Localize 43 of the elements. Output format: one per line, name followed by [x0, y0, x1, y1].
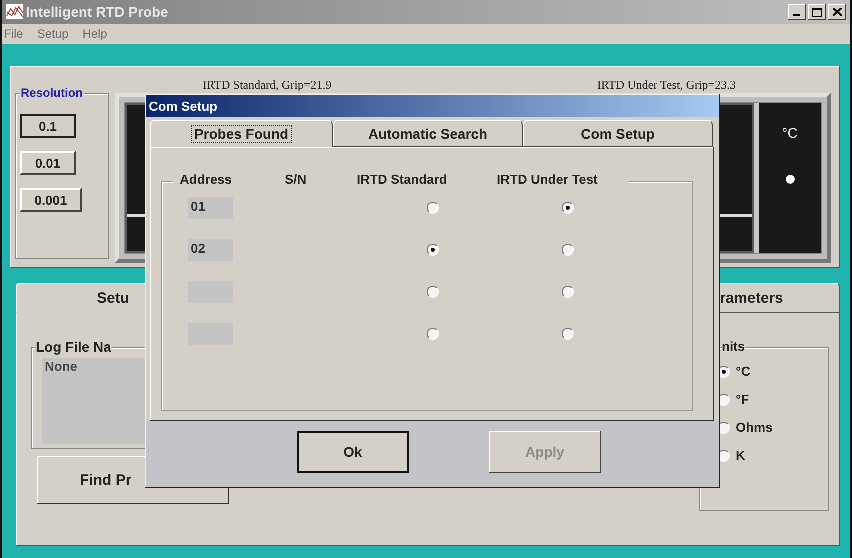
minimize-button[interactable] — [788, 4, 806, 20]
resolution-button[interactable]: 0.1 — [20, 114, 76, 138]
radio-button[interactable] — [562, 244, 574, 256]
radio-label: °F — [736, 392, 750, 407]
radio-label: Ohms — [736, 420, 773, 435]
address-cell: 02 — [188, 239, 233, 261]
radio-button[interactable] — [427, 202, 439, 214]
ok-button[interactable]: Ok — [297, 431, 409, 473]
radio-label: °C — [736, 364, 751, 379]
unit-label: °C — [782, 125, 798, 141]
column-header: IRTD Standard — [357, 172, 448, 187]
address-cell: 01 — [188, 197, 233, 219]
radio-button[interactable] — [427, 286, 439, 298]
tab[interactable]: Automatic Search — [333, 120, 523, 147]
radio-button[interactable] — [427, 244, 439, 256]
radio-button[interactable] — [562, 328, 574, 340]
dialog-title: Com Setup — [146, 95, 719, 117]
resolution-button[interactable]: 0.01 — [20, 151, 76, 175]
dot-icon — [786, 175, 794, 184]
column-header: Address — [179, 172, 234, 187]
display-caption: IRTD Under Test, Grip=23.3 — [597, 78, 736, 93]
close-icon — [832, 8, 842, 16]
group-title: Log File Na — [35, 339, 112, 355]
radio-button[interactable] — [562, 286, 574, 298]
column-header: IRTD Under Test — [497, 172, 599, 187]
tab[interactable]: Com Setup — [523, 120, 713, 147]
close-button[interactable] — [828, 4, 846, 20]
maximize-button[interactable] — [808, 4, 826, 20]
menu-item[interactable]: Setup — [37, 27, 69, 41]
maximize-icon — [812, 8, 822, 16]
menu-item[interactable]: Help — [82, 27, 108, 41]
radio-label: K — [736, 448, 746, 463]
window-title: Intelligent RTD Probe — [26, 4, 170, 20]
display-caption: IRTD Standard, Grip=21.9 — [203, 78, 332, 93]
tab[interactable]: Probes Found — [150, 120, 333, 148]
menu-item[interactable]: File — [4, 27, 24, 41]
radio-button[interactable] — [427, 328, 439, 340]
column-header: S/N — [285, 172, 308, 187]
radio-button[interactable] — [562, 202, 574, 214]
chart-icon — [6, 4, 24, 20]
resolution-button[interactable]: 0.001 — [20, 188, 82, 212]
group-title: nits — [722, 339, 746, 354]
group-title: Resolution — [20, 86, 84, 100]
